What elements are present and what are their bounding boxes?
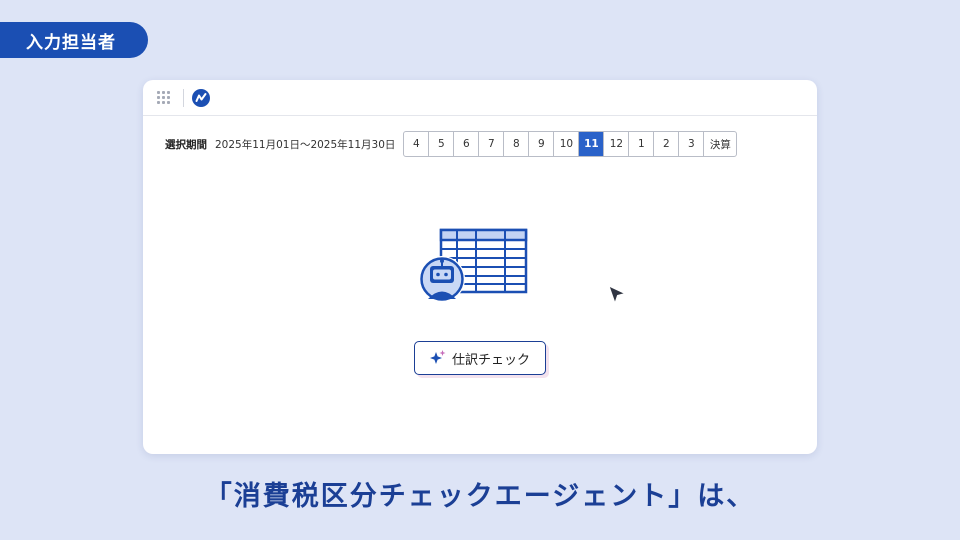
app-window: 選択期間 2025年11月01日～2025年11月30日 4 5 6 7 8 9… <box>143 80 817 454</box>
month-button[interactable]: 1 <box>629 132 655 156</box>
spreadsheet-robot-icon <box>417 228 529 306</box>
month-button[interactable]: 9 <box>529 132 555 156</box>
period-range: 2025年11月01日～2025年11月30日 <box>215 138 396 151</box>
brand-logo-icon[interactable] <box>192 88 210 107</box>
caption-subtitle: 「消費税区分チェックエージェント」は、 <box>204 481 756 512</box>
toolbar-divider <box>183 88 184 107</box>
journal-check-button[interactable]: 仕訳チェック <box>414 341 546 375</box>
month-button[interactable]: 7 <box>479 132 505 156</box>
grid-dots-icon[interactable] <box>157 90 171 105</box>
month-button[interactable]: 4 <box>404 132 430 156</box>
period-label: 選択期間 <box>165 138 207 151</box>
sparkle-icon <box>429 350 446 366</box>
month-button[interactable]: 6 <box>454 132 480 156</box>
month-button-selected[interactable]: 11 <box>579 132 605 156</box>
role-badge: 入力担当者 <box>0 22 148 58</box>
period-selector-row: 選択期間 2025年11月01日～2025年11月30日 4 5 6 7 8 9… <box>165 131 738 157</box>
journal-check-label: 仕訳チェック <box>451 352 530 368</box>
month-button[interactable]: 2 <box>654 132 680 156</box>
month-button[interactable]: 3 <box>679 132 705 156</box>
month-button[interactable]: 12 <box>604 132 630 156</box>
toolbar <box>143 80 817 116</box>
month-button[interactable]: 8 <box>504 132 530 156</box>
month-button-closing[interactable]: 決算 <box>704 132 736 156</box>
mouse-cursor-icon <box>607 285 627 309</box>
month-button[interactable]: 10 <box>554 132 580 156</box>
month-button[interactable]: 5 <box>429 132 455 156</box>
month-selector: 4 5 6 7 8 9 10 11 12 1 2 3 決算 <box>403 131 738 157</box>
